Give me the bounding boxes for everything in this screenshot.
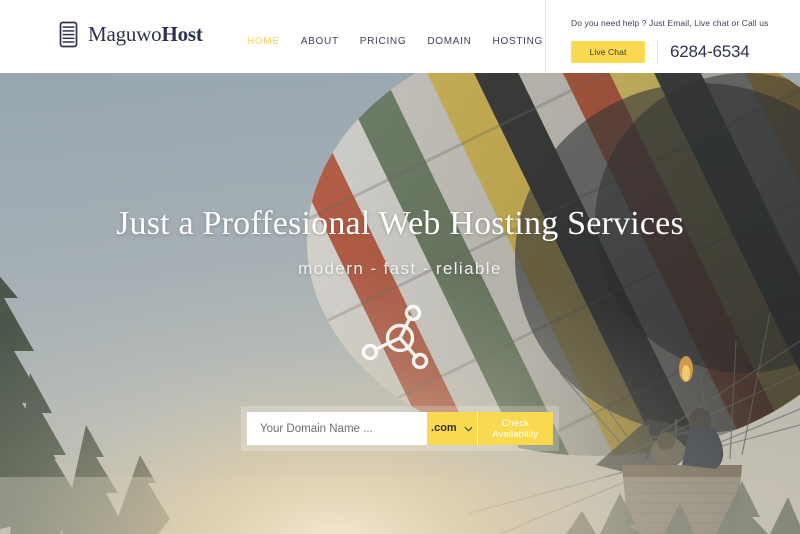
- logo-text: MaguwoHost: [88, 24, 203, 45]
- phone-number[interactable]: 6284-6534: [670, 40, 750, 64]
- nav-item-pricing[interactable]: PRICING: [360, 37, 407, 47]
- nav-item-about[interactable]: ABOUT: [301, 37, 339, 47]
- domain-search-form: .com Check Availability: [247, 412, 553, 445]
- server-rack-icon: [58, 21, 79, 48]
- main-navigation: HOME ABOUT PRICING DOMAIN HOSTING: [247, 37, 543, 47]
- page-root: MaguwoHost HOME ABOUT PRICING DOMAIN HOS…: [0, 0, 800, 534]
- hero-title: Just a Proffesional Web Hosting Services: [116, 205, 684, 242]
- tld-selected-label: .com: [431, 422, 457, 434]
- nav-item-hosting[interactable]: HOSTING: [493, 37, 543, 47]
- hero-section: Just a Proffesional Web Hosting Services…: [0, 73, 800, 534]
- chevron-down-icon: [464, 426, 473, 432]
- hero-content: Just a Proffesional Web Hosting Services…: [0, 73, 800, 534]
- tld-select[interactable]: .com: [427, 412, 477, 445]
- live-chat-button[interactable]: Live Chat: [571, 41, 645, 63]
- nav-item-home[interactable]: HOME: [247, 37, 280, 47]
- contact-divider: [657, 40, 658, 64]
- check-availability-button[interactable]: Check Availability: [477, 412, 553, 445]
- domain-search-panel: .com Check Availability: [241, 406, 559, 451]
- logo-text-light: Maguwo: [88, 22, 162, 46]
- domain-name-input[interactable]: [247, 412, 427, 445]
- header-contact-block: Do you need help ? Just Email, Live chat…: [560, 0, 800, 73]
- hero-subtitle: modern - fast - reliable: [298, 259, 502, 278]
- site-header: MaguwoHost HOME ABOUT PRICING DOMAIN HOS…: [0, 0, 800, 73]
- network-hub-icon: [359, 277, 441, 380]
- nav-item-domain[interactable]: DOMAIN: [427, 37, 471, 47]
- logo-text-bold: Host: [161, 22, 203, 46]
- header-divider: [545, 0, 546, 73]
- help-text: Do you need help ? Just Email, Live chat…: [571, 18, 769, 28]
- site-logo[interactable]: MaguwoHost: [58, 21, 203, 48]
